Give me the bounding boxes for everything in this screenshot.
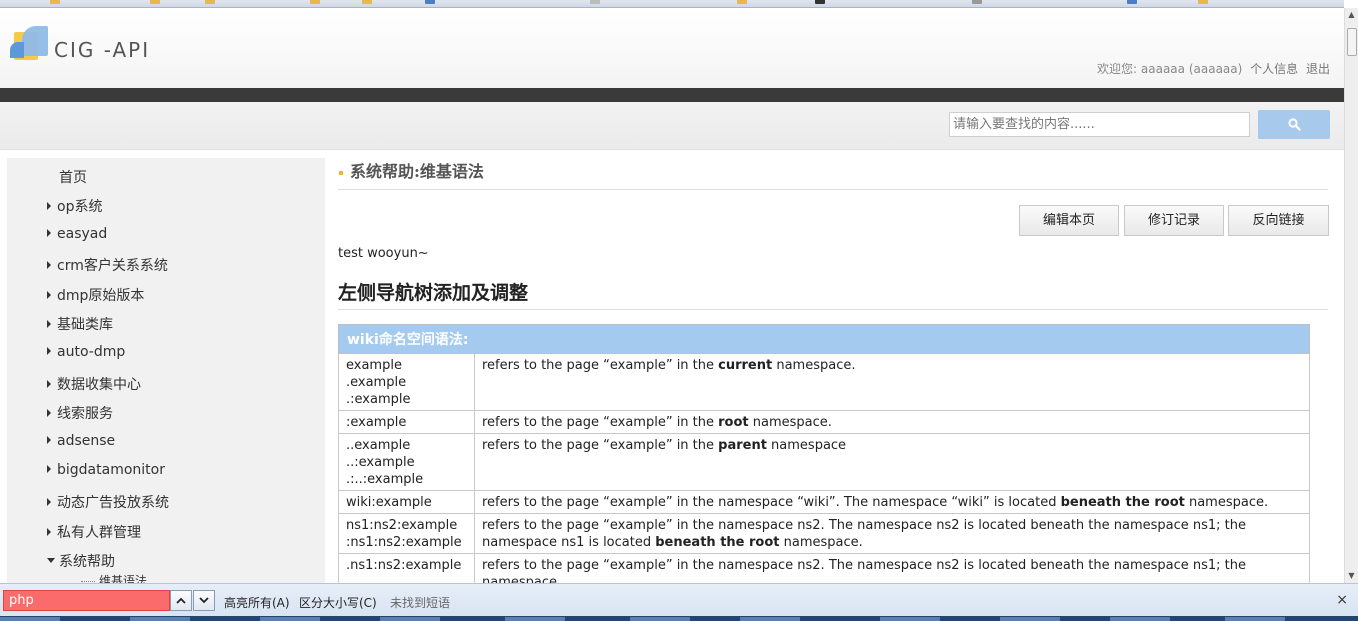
- backlinks-button[interactable]: 反向链接: [1228, 205, 1329, 236]
- syntax-cell: ..example ..:example .:..:example: [338, 433, 475, 491]
- scrollbar-thumb[interactable]: [1347, 28, 1357, 56]
- sidebar-item[interactable]: dmp原始版本: [47, 285, 144, 305]
- find-input[interactable]: [3, 590, 170, 611]
- title-bullet-icon: [339, 171, 343, 175]
- description-cell: refers to the page “example” in the root…: [474, 410, 1310, 434]
- section-heading: 左侧导航树添加及调整: [338, 278, 1328, 310]
- table-header: wiki命名空间语法:: [338, 324, 1310, 354]
- caret-right-icon: [47, 320, 51, 328]
- sidebar-item[interactable]: bigdatamonitor: [47, 462, 165, 478]
- sidebar-subitem[interactable]: 维基语法: [81, 572, 147, 583]
- caret-right-icon: [47, 202, 51, 210]
- sidebar-item[interactable]: easyad: [47, 226, 107, 242]
- description-cell: refers to the page “example” in the name…: [474, 553, 1310, 583]
- chevron-up-icon: [176, 597, 186, 604]
- search-bar: [0, 102, 1344, 150]
- search-button[interactable]: [1258, 110, 1330, 139]
- caret-right-icon: [47, 436, 51, 444]
- table-row: wiki:example refers to the page “example…: [338, 490, 1310, 514]
- sidebar-item[interactable]: 动态广告投放系统: [47, 492, 169, 512]
- syntax-cell: :example: [338, 410, 475, 434]
- page: CIG -API 欢迎您: aaaaaa (aaaaaa) 个人信息 退出 首页…: [0, 8, 1344, 583]
- page-scrollbar[interactable]: ▲ ▼: [1344, 8, 1358, 583]
- bookmarks-bar: [0, 0, 1344, 8]
- logout-link[interactable]: 退出: [1306, 62, 1330, 76]
- syntax-cell: ns1:ns2:example :ns1:ns2:example: [338, 513, 475, 554]
- site-name: CIG -API: [54, 38, 151, 62]
- sidebar-item[interactable]: auto-dmp: [47, 344, 125, 360]
- page-title: 系统帮助:维基语法: [338, 160, 1328, 190]
- chevron-down-icon: [199, 597, 209, 604]
- sidebar-item[interactable]: 私有人群管理: [47, 522, 141, 542]
- caret-right-icon: [47, 291, 51, 299]
- description-cell: refers to the page “example” in the name…: [474, 513, 1310, 554]
- search-icon: [1288, 118, 1301, 131]
- caret-down-icon: [47, 558, 55, 563]
- caret-right-icon: [47, 465, 51, 473]
- welcome-text: 欢迎您: aaaaaa (aaaaaa): [1097, 62, 1243, 76]
- header-divider: [0, 88, 1344, 102]
- sidebar-item[interactable]: adsense: [47, 433, 115, 449]
- caret-right-icon: [47, 229, 51, 237]
- syntax-cell: example .example .:example: [338, 353, 475, 411]
- namespace-syntax-table: wiki命名空间语法: example .example .:example r…: [338, 324, 1310, 583]
- caret-right-icon: [47, 261, 51, 269]
- description-cell: refers to the page “example” in the name…: [474, 490, 1310, 514]
- find-status: 未找到短语: [390, 596, 451, 610]
- intro-text: test wooyun~: [338, 246, 429, 261]
- caret-right-icon: [47, 409, 51, 417]
- match-case-button[interactable]: 区分大小写(C): [299, 594, 377, 611]
- syntax-cell: wiki:example: [338, 490, 475, 514]
- welcome-area: 欢迎您: aaaaaa (aaaaaa) 个人信息 退出: [1097, 60, 1330, 77]
- description-cell: refers to the page “example” in the curr…: [474, 353, 1310, 411]
- find-previous-button[interactable]: [170, 590, 192, 611]
- scroll-up-icon[interactable]: ▲: [1345, 8, 1358, 22]
- caret-right-icon: [47, 347, 51, 355]
- sidebar-item[interactable]: op系统: [47, 196, 102, 216]
- main-content: 系统帮助:维基语法 编辑本页 修订记录 反向链接 test wooyun~ 左侧…: [338, 158, 1330, 583]
- caret-right-icon: [47, 528, 51, 536]
- sidebar-item[interactable]: 线索服务: [47, 403, 113, 423]
- search-input[interactable]: [949, 112, 1250, 137]
- table-row: ns1:ns2:example :ns1:ns2:example refers …: [338, 513, 1310, 554]
- sidebar-item[interactable]: 数据收集中心: [47, 374, 141, 394]
- description-cell: refers to the page “example” in the pare…: [474, 433, 1310, 491]
- sidebar-item-home[interactable]: 首页: [59, 167, 87, 187]
- site-logo[interactable]: [10, 24, 50, 64]
- scroll-down-icon[interactable]: ▼: [1345, 569, 1358, 583]
- revisions-button[interactable]: 修订记录: [1124, 205, 1224, 236]
- table-row: example .example .:example refers to the…: [338, 353, 1310, 411]
- sidebar-nav: 首页 op系统 easyad crm客户关系系统 dmp原始版本 基础类库 au…: [7, 158, 325, 583]
- syntax-cell: .ns1:ns2:example: [338, 553, 475, 583]
- taskbar: [0, 616, 1358, 621]
- highlight-all-button[interactable]: 高亮所有(A): [224, 594, 290, 611]
- sidebar-item-expanded[interactable]: 系统帮助: [47, 551, 115, 571]
- close-icon[interactable]: ×: [1336, 592, 1348, 608]
- table-row: .ns1:ns2:example refers to the page “exa…: [338, 553, 1310, 583]
- site-header: CIG -API 欢迎您: aaaaaa (aaaaaa) 个人信息 退出: [0, 8, 1344, 88]
- sidebar-item[interactable]: 基础类库: [47, 314, 113, 334]
- find-bar: 高亮所有(A) 区分大小写(C) 未找到短语 ×: [0, 583, 1358, 616]
- edit-page-button[interactable]: 编辑本页: [1019, 205, 1119, 236]
- table-row: :example refers to the page “example” in…: [338, 410, 1310, 434]
- find-next-button[interactable]: [193, 590, 215, 611]
- sidebar-item[interactable]: crm客户关系系统: [47, 255, 168, 275]
- caret-right-icon: [47, 498, 51, 506]
- profile-link[interactable]: 个人信息: [1250, 62, 1298, 76]
- caret-right-icon: [47, 380, 51, 388]
- table-row: ..example ..:example .:..:example refers…: [338, 433, 1310, 491]
